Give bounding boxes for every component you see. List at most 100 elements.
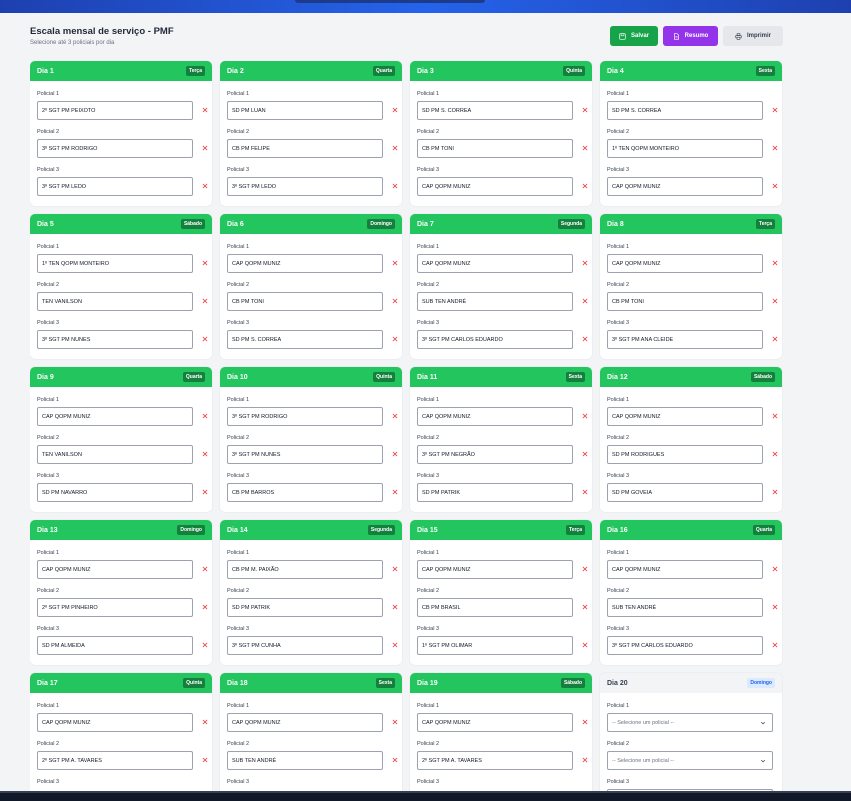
officer-field[interactable]: 3º SGT PM ANA CLEIDE [607,330,763,349]
officer-field[interactable]: CAP QOPM MUNIZ [227,254,383,273]
remove-officer-button[interactable] [580,181,590,191]
officer-field[interactable]: CAP QOPM MUNIZ [417,560,573,579]
remove-officer-button[interactable] [200,717,210,727]
officer-field[interactable]: TEN VANILSON [37,292,193,311]
remove-officer-button[interactable] [770,564,780,574]
officer-field[interactable]: CAP QOPM MUNIZ [417,254,573,273]
officer-field[interactable]: 1º TEN QOPM MONTEIRO [37,254,193,273]
remove-officer-button[interactable] [770,258,780,268]
remove-officer-button[interactable] [200,181,210,191]
officer-field[interactable]: CB PM TONI [227,292,383,311]
officer-field[interactable]: CAP QOPM MUNIZ [607,560,763,579]
remove-officer-button[interactable] [390,564,400,574]
officer-field[interactable]: SD PM RODRIGUES [607,445,763,464]
officer-field[interactable]: CAP QOPM MUNIZ [417,713,573,732]
remove-officer-button[interactable] [580,334,590,344]
remove-officer-button[interactable] [770,143,780,153]
officer-field[interactable]: SD PM S. CORREA [607,101,763,120]
officer-field[interactable]: CAP QOPM MUNIZ [607,177,763,196]
remove-officer-button[interactable] [200,640,210,650]
officer-field[interactable]: SD PM NAVARRO [37,483,193,502]
remove-officer-button[interactable] [580,717,590,727]
remove-officer-button[interactable] [200,564,210,574]
save-button[interactable]: Salvar [610,26,658,46]
officer-field[interactable]: CB PM BARROS [227,483,383,502]
officer-field[interactable]: CB PM FELIPE [227,139,383,158]
officer-field[interactable]: CB PM TONI [607,292,763,311]
remove-officer-button[interactable] [200,105,210,115]
remove-officer-button[interactable] [770,411,780,421]
remove-officer-button[interactable] [200,296,210,306]
officer-field[interactable]: 3º SGT PM LEDO [37,177,193,196]
remove-officer-button[interactable] [390,411,400,421]
officer-field[interactable]: SUB TEN ANDRÉ [607,598,763,617]
officer-field[interactable]: 3º SGT PM NEGRÃO [417,445,573,464]
remove-officer-button[interactable] [390,181,400,191]
remove-officer-button[interactable] [580,602,590,612]
summary-button[interactable]: Resumo [663,26,718,46]
remove-officer-button[interactable] [580,143,590,153]
remove-officer-button[interactable] [390,449,400,459]
remove-officer-button[interactable] [770,640,780,650]
remove-officer-button[interactable] [200,258,210,268]
officer-field[interactable]: 1º SGT PM OLIMAR [417,636,573,655]
remove-officer-button[interactable] [390,258,400,268]
remove-officer-button[interactable] [200,755,210,765]
remove-officer-button[interactable] [580,258,590,268]
officer-field[interactable]: CAP QOPM MUNIZ [227,713,383,732]
officer-field[interactable]: SD PM GOVEIA [607,483,763,502]
officer-field[interactable]: 2º SGT PM PINHEIRO [37,598,193,617]
officer-field[interactable]: 1º TEN QOPM MONTEIRO [607,139,763,158]
officer-field[interactable]: SD PM S. CORREA [227,330,383,349]
remove-officer-button[interactable] [770,334,780,344]
officer-field[interactable]: 3º SGT PM CARLOS EDUARDO [607,636,763,655]
officer-field[interactable]: TEN VANILSON [37,445,193,464]
remove-officer-button[interactable] [770,181,780,191]
remove-officer-button[interactable] [200,334,210,344]
print-button[interactable]: Imprimir [723,26,783,46]
remove-officer-button[interactable] [200,602,210,612]
officer-field[interactable]: CAP QOPM MUNIZ [37,560,193,579]
officer-field[interactable]: SUB TEN ANDRÉ [417,292,573,311]
remove-officer-button[interactable] [580,105,590,115]
remove-officer-button[interactable] [580,296,590,306]
remove-officer-button[interactable] [580,755,590,765]
officer-field[interactable]: SD PM S. CORREA [417,101,573,120]
remove-officer-button[interactable] [770,105,780,115]
remove-officer-button[interactable] [580,449,590,459]
remove-officer-button[interactable] [390,717,400,727]
officer-field[interactable]: SD PM ALMEIDA [37,636,193,655]
remove-officer-button[interactable] [200,487,210,497]
officer-select[interactable]: -- Selecione um policial -- [607,751,773,770]
remove-officer-button[interactable] [580,487,590,497]
officer-field[interactable]: CAP QOPM MUNIZ [607,254,763,273]
officer-field[interactable]: CB PM BRASIL [417,598,573,617]
officer-field[interactable]: 2º SGT PM A. TAVARES [417,751,573,770]
remove-officer-button[interactable] [390,296,400,306]
officer-field[interactable]: 3º SGT PM CARLOS EDUARDO [417,330,573,349]
remove-officer-button[interactable] [390,602,400,612]
remove-officer-button[interactable] [580,411,590,421]
remove-officer-button[interactable] [390,640,400,650]
officer-field[interactable]: CB PM TONI [417,139,573,158]
officer-field[interactable]: 3º SGT PM NUNES [37,330,193,349]
remove-officer-button[interactable] [390,755,400,765]
remove-officer-button[interactable] [390,143,400,153]
remove-officer-button[interactable] [390,487,400,497]
remove-officer-button[interactable] [200,411,210,421]
remove-officer-button[interactable] [770,449,780,459]
remove-officer-button[interactable] [200,143,210,153]
officer-field[interactable]: CAP QOPM MUNIZ [607,407,763,426]
officer-field[interactable]: SD PM PATRIK [417,483,573,502]
officer-field[interactable]: 3º SGT PM RODRIGO [227,407,383,426]
officer-field[interactable]: SD PM LUAN [227,101,383,120]
remove-officer-button[interactable] [770,487,780,497]
officer-field[interactable]: 2º SGT PM A. TAVARES [37,751,193,770]
officer-field[interactable]: CB PM M. PAIXÃO [227,560,383,579]
remove-officer-button[interactable] [390,105,400,115]
officer-field[interactable]: 3º SGT PM LEDO [227,177,383,196]
officer-field[interactable]: CAP QOPM MUNIZ [417,407,573,426]
officer-field[interactable]: CAP QOPM MUNIZ [37,407,193,426]
officer-field[interactable]: 2º SGT PM PEIXOTO [37,101,193,120]
remove-officer-button[interactable] [580,640,590,650]
